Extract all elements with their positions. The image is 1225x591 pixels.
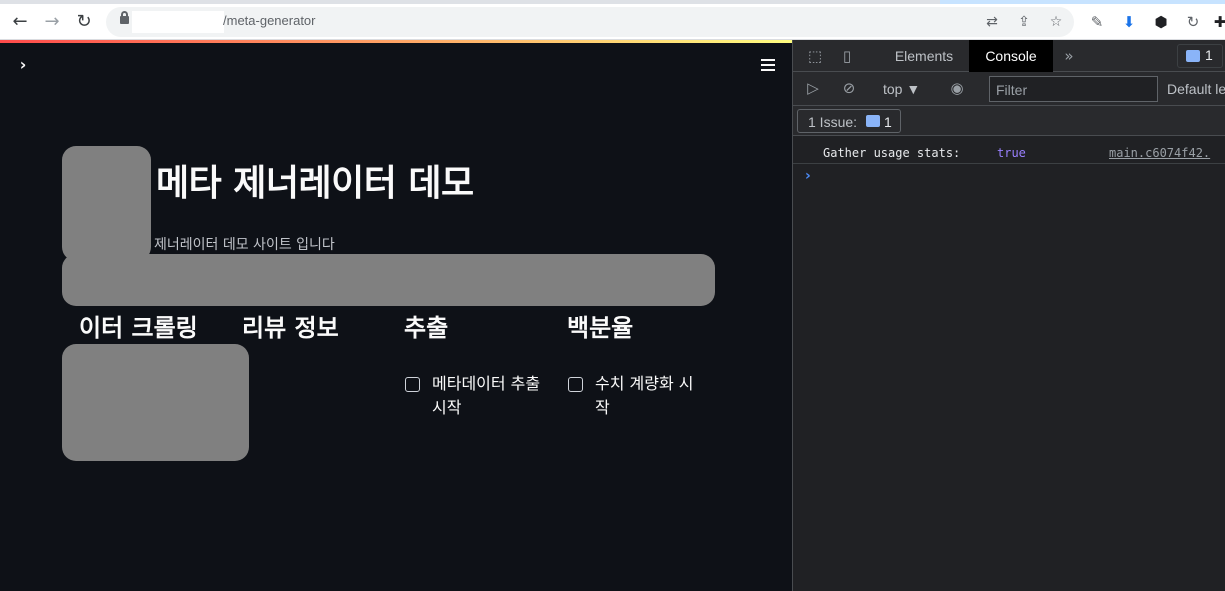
back-icon[interactable]: ← <box>8 10 32 34</box>
quantify-label[interactable]: 수치 계량화 시작 <box>595 372 707 420</box>
issues-label: 1 Issue: <box>808 114 858 130</box>
console-toolbar: ▷ ⊘ top ▼ ◉ Filter Default le <box>793 72 1225 106</box>
eyedropper-extension-icon[interactable]: ✎ <box>1087 12 1107 32</box>
browser-toolbar: ← → ↻ /meta-generator ⇄ ⇪ ☆ ✎ ⬇ ⬢ ↻ ✚ <box>0 4 1225 40</box>
bookmark-star-icon[interactable]: ☆ <box>1046 12 1066 32</box>
issues-badge[interactable]: 1 <box>1177 44 1223 68</box>
redacted-banner <box>62 254 715 306</box>
quantify-checkbox[interactable] <box>568 377 583 392</box>
refresh-extension-icon[interactable]: ↻ <box>1183 12 1203 32</box>
issue-count: 1 <box>884 114 892 130</box>
console-filter-input[interactable]: Filter <box>989 76 1158 102</box>
download-extension-icon[interactable]: ⬇ <box>1119 12 1139 32</box>
devtools-tab-bar: ⬚ ▯ Elements Console » 1 <box>793 40 1225 72</box>
issue-message-icon <box>866 115 880 127</box>
redacted-widget <box>62 344 249 461</box>
reload-icon[interactable]: ↻ <box>72 10 96 34</box>
clear-console-icon[interactable]: ⊘ <box>839 78 859 98</box>
tab-elements[interactable]: Elements <box>881 40 967 72</box>
devtools-panel: ⬚ ▯ Elements Console » 1 ▷ ⊘ top ▼ ◉ Fil… <box>792 40 1225 591</box>
extract-metadata-checkbox[interactable] <box>405 377 420 392</box>
redacted-logo <box>62 146 151 261</box>
log-value: true <box>997 146 1026 160</box>
redacted-domain <box>132 11 224 33</box>
sidebar-toggle-icon[interactable]: › <box>14 56 32 74</box>
live-expression-eye-icon[interactable]: ◉ <box>947 78 967 98</box>
page-title: 메타 제너레이터 데모 <box>156 163 474 204</box>
translate-icon[interactable]: ⇄ <box>982 12 1002 32</box>
share-icon[interactable]: ⇪ <box>1014 12 1034 32</box>
show-sidebar-icon[interactable]: ▷ <box>803 78 823 98</box>
device-toolbar-icon[interactable]: ▯ <box>837 46 857 66</box>
column-header-review: 리뷰 정보 <box>242 314 339 342</box>
tab-console[interactable]: Console <box>969 40 1053 72</box>
log-message: Gather usage stats: <box>823 146 961 160</box>
log-levels-dropdown[interactable]: Default le <box>1167 81 1225 97</box>
filter-placeholder: Filter <box>996 82 1028 98</box>
context-selector[interactable]: top ▼ <box>883 81 920 97</box>
puzzle-extensions-icon[interactable]: ✚ <box>1210 12 1225 32</box>
hexagon-extension-icon[interactable]: ⬢ <box>1151 12 1171 32</box>
more-tabs-icon[interactable]: » <box>1059 46 1079 66</box>
issues-bar: 1 Issue: 1 <box>793 106 1225 136</box>
hamburger-menu-icon[interactable] <box>758 56 778 74</box>
log-source-link[interactable]: main.c6074f42. <box>1109 146 1210 160</box>
column-header-extraction: 추출 <box>404 314 449 342</box>
streamlit-app: › 메타 제너레이터 데모 제너레이터 데모 사이트 입니다 이터 크롤링 리뷰… <box>0 40 792 591</box>
page-subtitle: 제너레이터 데모 사이트 입니다 <box>154 237 335 253</box>
lock-icon[interactable] <box>120 11 129 24</box>
inspect-element-icon[interactable]: ⬚ <box>805 46 825 66</box>
column-header-percentage: 백분율 <box>567 314 634 342</box>
forward-icon[interactable]: → <box>40 10 64 34</box>
url-path[interactable]: /meta-generator <box>223 13 316 28</box>
issues-button[interactable]: 1 Issue: 1 <box>797 109 901 133</box>
console-prompt-icon[interactable]: › <box>805 168 811 184</box>
address-bar[interactable]: /meta-generator ⇄ ⇪ ☆ <box>106 7 1074 37</box>
app-decoration-bar <box>0 40 792 43</box>
issues-badge-count: 1 <box>1205 47 1213 63</box>
console-log-line: Gather usage stats: true main.c6074f42. <box>793 140 1225 164</box>
column-header-crawling: 이터 크롤링 <box>79 314 198 342</box>
extract-metadata-label[interactable]: 메타데이터 추출 시작 <box>432 372 544 420</box>
message-icon <box>1186 50 1200 62</box>
